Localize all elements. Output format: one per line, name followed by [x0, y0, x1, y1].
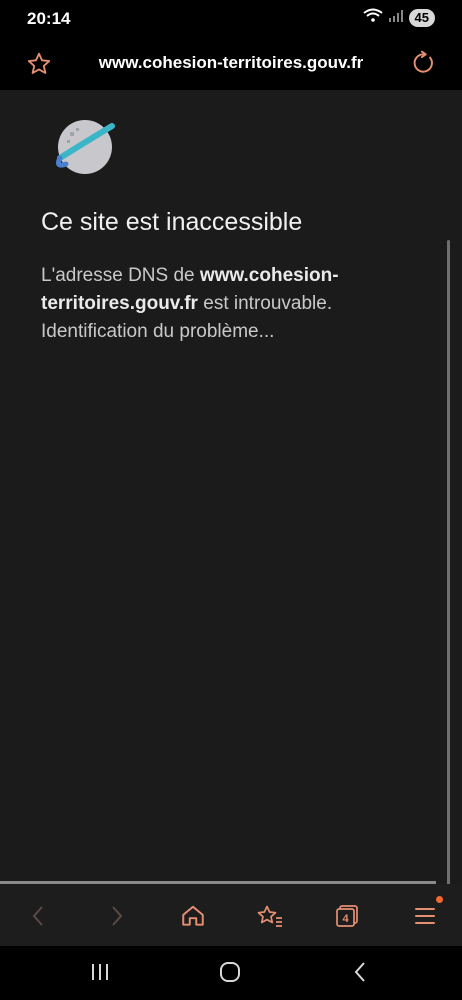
tab-count: 4 [342, 913, 349, 925]
url-bar: www.cohesion-territoires.gouv.fr [0, 36, 462, 90]
menu-icon[interactable] [411, 902, 439, 930]
bottom-toolbar: 4 [0, 884, 462, 946]
status-time: 20:14 [27, 9, 71, 28]
error-desc-line2: Identification du problème... [41, 321, 275, 342]
error-title: Ce site est inaccessible [41, 208, 303, 236]
page-content: Ce site est inaccessible L'adresse DNS d… [0, 90, 462, 952]
scrollbar[interactable] [447, 240, 450, 952]
status-bar: 20:14 45 [0, 0, 462, 36]
reload-icon[interactable] [410, 50, 436, 81]
chevron-right-icon[interactable] [103, 902, 131, 930]
recent-apps-icon[interactable] [88, 959, 112, 990]
error-desc-prefix: L'adresse DNS de [41, 265, 200, 286]
system-nav-bar [0, 946, 462, 1000]
planet-error-icon [52, 114, 118, 185]
status-icons: 45 [362, 8, 435, 27]
back-nav-icon[interactable] [350, 959, 370, 990]
error-description: L'adresse DNS de www.cohesion-territoire… [41, 262, 401, 346]
home-button-icon[interactable] [217, 959, 243, 990]
url-text[interactable]: www.cohesion-territoires.gouv.fr [0, 53, 462, 73]
tabs-icon[interactable]: 4 [333, 902, 361, 930]
star-list-icon[interactable] [256, 902, 284, 930]
wifi-icon [362, 8, 383, 27]
error-desc-suffix: est introuvable. [197, 293, 333, 314]
chevron-left-icon[interactable] [24, 902, 52, 930]
notification-dot [436, 896, 443, 903]
battery-indicator: 45 [408, 8, 435, 27]
home-icon[interactable] [179, 902, 207, 930]
signal-icon [388, 9, 403, 27]
